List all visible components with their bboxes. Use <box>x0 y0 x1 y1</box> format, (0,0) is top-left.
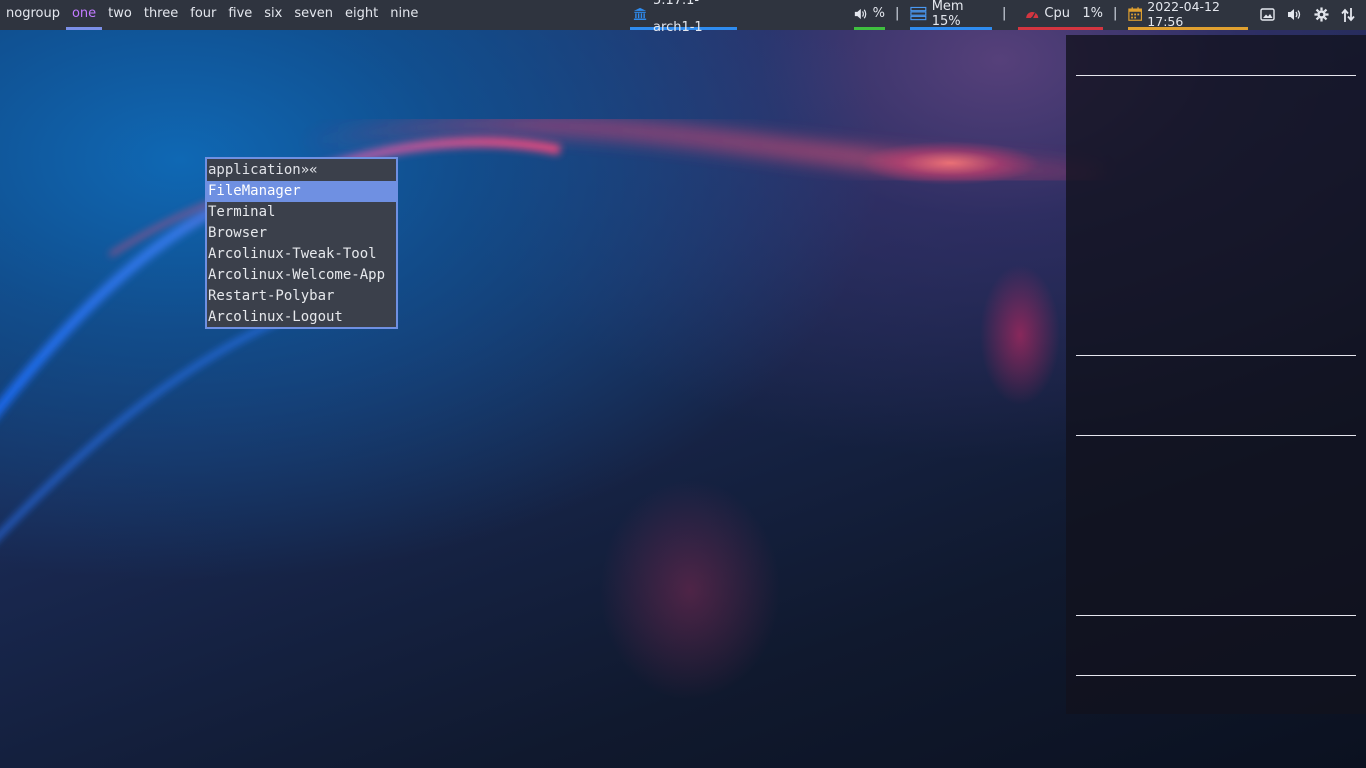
separator: | <box>1002 6 1007 21</box>
kernel-module: 5.17.1-arch1-1 <box>630 0 737 35</box>
workspace-one[interactable]: one <box>65 0 103 30</box>
workspace-nine[interactable]: nine <box>384 0 424 30</box>
workspace-switcher: nogroup one two three four five six seve… <box>0 0 424 30</box>
memory-value: Mem 15% <box>931 0 964 29</box>
menu-item-browser[interactable]: Browser <box>207 223 396 244</box>
volume-module[interactable]: % <box>854 0 885 30</box>
divider <box>1076 615 1356 616</box>
bank-icon <box>633 7 647 20</box>
calendar-icon <box>1128 6 1142 21</box>
workspace-five[interactable]: five <box>222 0 258 30</box>
launcher-prompt[interactable]: application»« <box>207 159 396 181</box>
image-icon[interactable] <box>1260 8 1275 21</box>
gear-icon[interactable] <box>1314 7 1329 22</box>
menu-item-welcome-app[interactable]: Arcolinux-Welcome-App <box>207 265 396 286</box>
kernel-version: 5.17.1-arch1-1 <box>653 0 703 35</box>
divider <box>1076 355 1356 356</box>
menu-item-terminal[interactable]: Terminal <box>207 202 396 223</box>
menu-item-filemanager[interactable]: FileManager <box>207 181 396 202</box>
volume-icon <box>854 8 867 19</box>
top-bar: nogroup one two three four five six seve… <box>0 0 1366 35</box>
date-module[interactable]: 2022-04-12 17:56 <box>1128 0 1248 30</box>
cpu-module: Cpu 1% <box>1018 0 1103 30</box>
separator: | <box>1113 6 1118 21</box>
workspace-four[interactable]: four <box>184 0 222 30</box>
volume-value: % <box>872 6 885 21</box>
cpu-value: Cpu 1% <box>1044 6 1103 21</box>
conky-panel <box>1066 35 1366 714</box>
separator: | <box>895 6 900 21</box>
workspace-two[interactable]: two <box>102 0 138 30</box>
application-launcher: application»« FileManager Terminal Brows… <box>205 157 398 329</box>
server-icon <box>910 6 927 21</box>
gauge-icon <box>1026 11 1039 19</box>
workspace-six[interactable]: six <box>258 0 288 30</box>
menu-item-restart-polybar[interactable]: Restart-Polybar <box>207 286 396 307</box>
divider <box>1076 435 1356 436</box>
date-time: 2022-04-12 17:56 <box>1147 0 1220 29</box>
menu-item-logout[interactable]: Arcolinux-Logout <box>207 307 396 328</box>
workspace-seven[interactable]: seven <box>288 0 339 30</box>
memory-module: Mem 15% <box>910 0 992 30</box>
workspace-eight[interactable]: eight <box>339 0 384 30</box>
divider <box>1076 675 1356 676</box>
workspace-three[interactable]: three <box>138 0 184 30</box>
volume-tray-icon[interactable] <box>1287 8 1302 21</box>
divider <box>1076 75 1356 76</box>
menu-item-tweak-tool[interactable]: Arcolinux-Tweak-Tool <box>207 244 396 265</box>
network-arrows-icon[interactable] <box>1341 7 1355 23</box>
workspace-nogroup[interactable]: nogroup <box>0 0 66 30</box>
